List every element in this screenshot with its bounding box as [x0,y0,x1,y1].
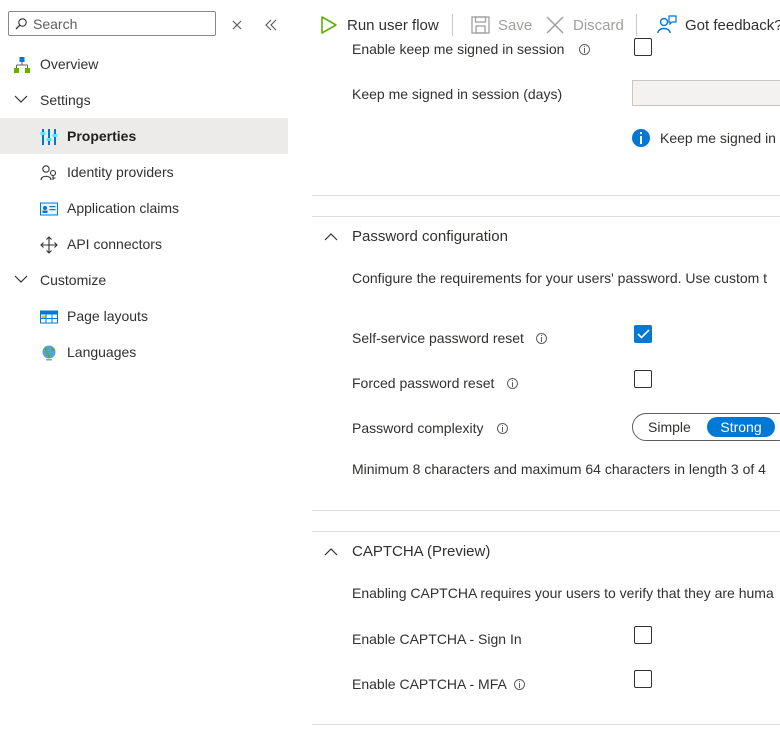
search-box[interactable] [8,11,216,36]
discard-button[interactable]: Discard [545,14,625,36]
section-divider [312,510,780,511]
identity-providers-people-icon [40,165,57,181]
captcha-mfa-checkbox[interactable] [634,670,652,688]
password-complexity-label: Password complexity [352,420,484,436]
info-filled-icon [632,129,650,147]
discard-label: Discard [573,17,624,34]
captcha-signin-label: Enable CAPTCHA - Sign In [352,631,522,647]
sspr-checkbox[interactable] [634,325,652,343]
complexity-option-simple[interactable]: Simple [648,418,691,436]
captcha-mfa-label: Enable CAPTCHA - MFA [352,676,507,692]
nav-item-application-claims[interactable]: Application claims [0,190,288,226]
chevron-up-icon [324,548,338,556]
forced-reset-checkbox[interactable] [634,370,652,388]
info-icon[interactable] [579,44,590,55]
api-connectors-arrows-icon [40,236,58,254]
languages-globe-icon [42,345,56,361]
captcha-description: Enabling CAPTCHA requires your users to … [352,585,774,601]
info-icon[interactable] [536,333,547,344]
nav-label-application-claims: Application claims [67,200,180,216]
section-divider [312,216,780,217]
page-layouts-table-icon [40,310,58,324]
application-claims-card-icon [40,202,58,216]
complexity-option-strong[interactable]: Strong [707,417,775,437]
password-config-description: Configure the requirements for your user… [352,270,768,286]
search-icon [15,18,27,30]
nav-label-properties: Properties [67,128,137,144]
run-user-flow-label: Run user flow [347,17,439,34]
keep-signed-in-days-input[interactable] [632,80,780,106]
collapse-double-chevron-icon[interactable] [262,16,280,34]
captcha-section-header[interactable]: CAPTCHA (Preview) [312,540,780,564]
properties-content: Enable keep me signed in session Keep me… [312,36,780,729]
nav-item-overview[interactable]: Overview [0,46,288,82]
nav-label-api-connectors: API connectors [67,236,162,252]
password-config-title: Password configuration [352,228,508,245]
nav-item-api-connectors[interactable]: API connectors [0,226,288,262]
nav-label-page-layouts: Page layouts [67,308,148,324]
save-button[interactable]: Save [471,14,533,36]
play-icon [321,16,337,34]
chevron-down-icon [14,275,28,283]
nav-item-identity-providers[interactable]: Identity providers [0,154,288,190]
forced-reset-label: Forced password reset [352,375,495,391]
section-divider [312,195,780,196]
keep-signed-in-label: Enable keep me signed in session [352,41,565,57]
nav-item-page-layouts[interactable]: Page layouts [0,298,288,334]
keep-signed-in-checkbox[interactable] [634,38,652,56]
password-config-section-header[interactable]: Password configuration [312,225,780,249]
info-icon[interactable] [497,423,508,434]
sspr-label: Self-service password reset [352,330,524,346]
got-feedback-label: Got feedback? [685,17,780,34]
captcha-title: CAPTCHA (Preview) [352,543,491,560]
run-user-flow-button[interactable]: Run user flow [320,14,460,36]
left-nav: Overview Settings Properties Identity pr… [0,0,288,729]
captcha-signin-checkbox[interactable] [634,626,652,644]
close-icon[interactable] [228,16,246,34]
nav-group-settings[interactable]: Settings [0,82,288,118]
nav-item-properties[interactable]: Properties [0,118,288,154]
discard-x-icon [546,16,564,34]
info-icon[interactable] [514,679,525,690]
feedback-person-icon [657,15,677,34]
got-feedback-button[interactable]: Got feedback? [657,14,780,36]
search-input[interactable] [33,15,208,32]
chevron-up-icon [324,233,338,241]
section-divider [312,724,780,725]
nav-group-customize[interactable]: Customize [0,262,288,298]
toolbar-divider [452,14,453,36]
toolbar-divider [636,14,637,36]
nav-label-languages: Languages [67,344,137,360]
keep-signed-in-info-text: Keep me signed in [660,130,776,146]
info-icon[interactable] [507,378,518,389]
properties-sliders-icon [40,129,58,145]
nav-label-identity-providers: Identity providers [67,164,174,180]
password-complexity-note: Minimum 8 characters and maximum 64 char… [352,461,766,477]
section-divider [312,531,780,532]
password-complexity-toggle: Simple Strong [632,413,780,441]
nav-item-languages[interactable]: Languages [0,334,288,370]
save-label: Save [498,17,533,34]
nav-label-settings: Settings [40,92,91,108]
save-icon [471,16,490,34]
nav-label-overview: Overview [40,56,99,72]
nav-label-customize: Customize [40,272,107,288]
keep-signed-in-days-label: Keep me signed in session (days) [352,86,563,102]
chevron-down-icon [14,95,28,103]
overview-hierarchy-icon [14,57,30,73]
checkmark-icon [637,329,650,339]
